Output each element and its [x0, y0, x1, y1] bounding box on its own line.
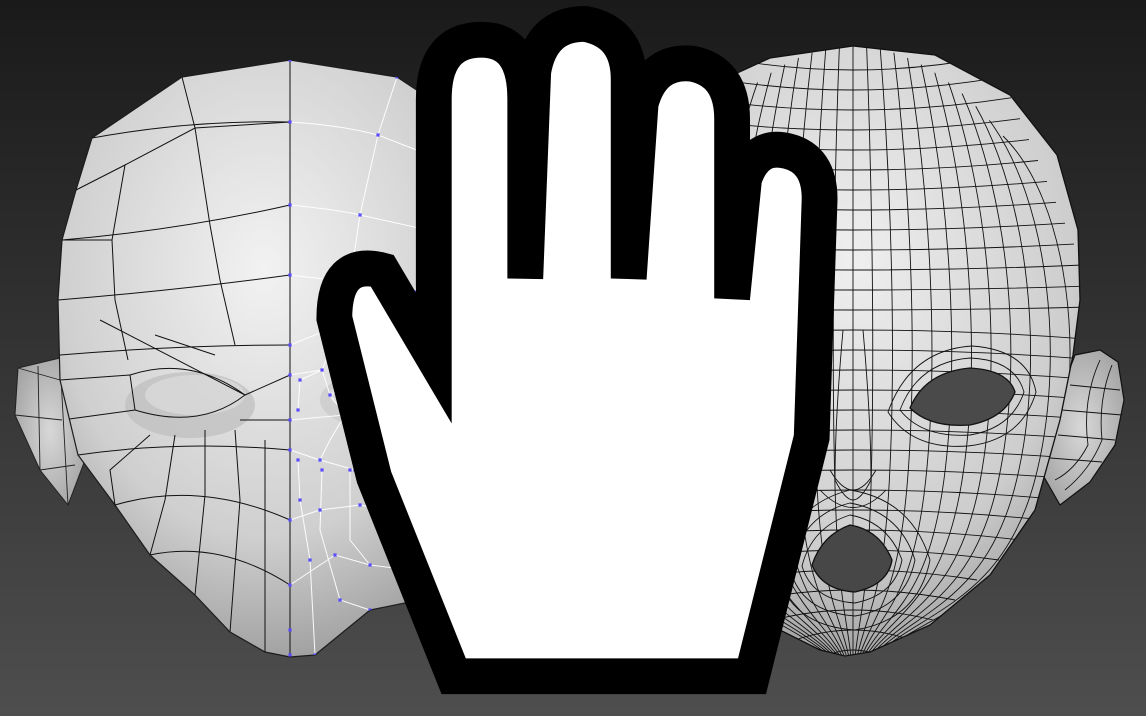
vertex-point[interactable] — [320, 368, 324, 372]
vertex-point[interactable] — [443, 410, 447, 414]
vertex-point[interactable] — [368, 563, 372, 567]
vertex-point[interactable] — [453, 393, 457, 397]
vertex-point[interactable] — [393, 373, 397, 377]
vertex-point[interactable] — [403, 430, 407, 434]
vertex-point[interactable] — [408, 513, 412, 517]
vertex-point[interactable] — [318, 458, 322, 462]
vertex-point[interactable] — [333, 553, 337, 557]
vertex-point[interactable] — [408, 483, 412, 487]
vertex-point[interactable] — [438, 488, 442, 492]
vertex-point[interactable] — [288, 653, 292, 657]
vertex-point[interactable] — [358, 503, 362, 507]
vertex-point[interactable] — [288, 418, 292, 422]
vertex-point[interactable] — [503, 400, 507, 404]
vertex-point[interactable] — [348, 280, 352, 284]
vertex-point[interactable] — [288, 628, 292, 632]
vertex-point[interactable] — [338, 323, 342, 327]
vertex-point[interactable] — [463, 348, 467, 352]
vertex-point[interactable] — [353, 378, 357, 382]
vertex-point[interactable] — [288, 518, 292, 522]
vertex-point[interactable] — [413, 290, 417, 294]
vertex-point[interactable] — [288, 273, 292, 277]
vertex-point[interactable] — [426, 228, 430, 232]
vertex-point[interactable] — [288, 448, 292, 452]
vertex-point[interactable] — [468, 453, 472, 457]
vertex-point[interactable] — [453, 163, 457, 167]
vertex-point[interactable] — [338, 598, 342, 602]
vertex-point[interactable] — [438, 370, 442, 374]
vertex-point[interactable] — [288, 343, 292, 347]
vertex-point[interactable] — [348, 468, 352, 472]
vertex-point[interactable] — [378, 426, 382, 430]
vertex-point[interactable] — [288, 583, 292, 587]
vertex-point[interactable] — [408, 568, 412, 572]
vertex-point[interactable] — [288, 373, 292, 377]
3d-viewport[interactable] — [0, 0, 1146, 716]
vertex-point[interactable] — [358, 213, 362, 217]
vertex-point[interactable] — [376, 133, 380, 137]
vertex-point[interactable] — [406, 328, 410, 332]
vertex-point[interactable] — [510, 236, 514, 240]
vertex-point[interactable] — [296, 408, 300, 412]
vertex-point[interactable] — [468, 300, 472, 304]
vertex-point[interactable] — [296, 458, 300, 462]
viewport-canvas[interactable] — [0, 0, 1146, 716]
vertex-point[interactable] — [328, 393, 332, 397]
vertex-point[interactable] — [320, 468, 324, 472]
vertex-point[interactable] — [308, 558, 312, 562]
vertex-point[interactable] — [418, 426, 422, 430]
vertex-point[interactable] — [343, 413, 347, 417]
vertex-point[interactable] — [353, 468, 357, 472]
vertex-point[interactable] — [288, 120, 292, 124]
vertex-point[interactable] — [318, 508, 322, 512]
vertex-point[interactable] — [288, 203, 292, 207]
vertex-point[interactable] — [298, 498, 302, 502]
vertex-point[interactable] — [378, 478, 382, 482]
vertex-point[interactable] — [298, 378, 302, 382]
vertex-point[interactable] — [438, 523, 442, 527]
